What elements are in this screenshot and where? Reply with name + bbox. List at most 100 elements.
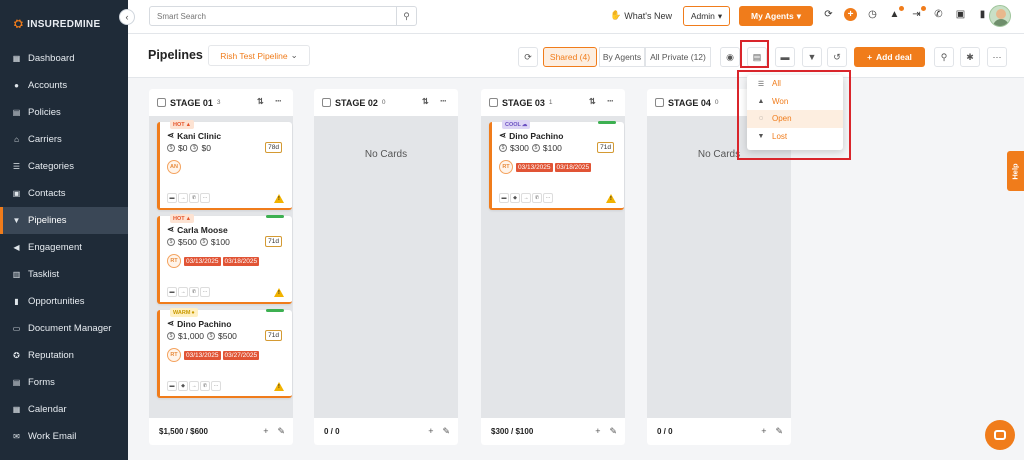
deal-card[interactable]: WARM ● ⋖ Dino Pachino $ $1,000 $ $500 71d RT … — [157, 308, 292, 398]
help-tab[interactable]: Help — [1007, 151, 1024, 191]
search-button[interactable]: ⚲ — [396, 7, 416, 25]
pipeline-select[interactable]: Rish Test Pipeline ⌄ — [208, 45, 310, 66]
add-icon[interactable]: + — [761, 426, 766, 437]
sort-icon[interactable]: ⇅ — [422, 97, 429, 106]
sidebar-item-calendar[interactable]: ▦ Calendar — [0, 396, 128, 423]
more-icon[interactable]: ⋯ — [543, 193, 553, 203]
pin-icon[interactable]: ✎ — [277, 426, 285, 437]
my-agents-button[interactable]: My Agents ▾ — [739, 6, 813, 26]
sidebar-item-policies[interactable]: ▤ Policies — [0, 99, 128, 126]
assignee-avatar[interactable]: RT — [167, 348, 181, 362]
form-icon: ▤ — [12, 378, 21, 387]
forward-icon[interactable]: → — [178, 193, 188, 203]
more-icon[interactable]: ⋯ — [200, 287, 210, 297]
column-checkbox[interactable] — [157, 98, 166, 107]
phone-icon[interactable]: ✆ — [189, 193, 199, 203]
sidebar-item-document-manager[interactable]: ▭ Document Manager — [0, 315, 128, 342]
add-icon[interactable]: + — [263, 426, 268, 437]
chat-button[interactable] — [985, 420, 1015, 450]
forward-icon[interactable]: → — [178, 287, 188, 297]
sidebar-item-tasklist[interactable]: ▥ Tasklist — [0, 261, 128, 288]
assignee-avatar[interactable]: AN — [167, 160, 181, 174]
logout-icon[interactable]: ⇥ — [910, 6, 926, 21]
message-icon[interactable]: ▬ — [499, 193, 509, 203]
card-name[interactable]: ⋖ Kani Clinic — [167, 130, 221, 141]
card-name[interactable]: ⋖ Dino Pachino — [167, 318, 231, 329]
sidebar-item-accounts[interactable]: ● Accounts — [0, 72, 128, 99]
pin-icon[interactable]: ✎ — [609, 426, 617, 437]
bell-icon[interactable]: ▲ — [888, 6, 904, 21]
tab-by-agents[interactable]: By Agents — [599, 47, 645, 67]
card-name[interactable]: ⋖ Dino Pachino — [499, 130, 563, 141]
sidebar-item-label: Reputation — [28, 350, 74, 361]
location-icon[interactable]: ◆ — [178, 381, 188, 391]
forward-icon[interactable]: → — [189, 381, 199, 391]
search-deals-button[interactable]: ⚲ — [934, 47, 954, 67]
visibility-button[interactable]: ◉ — [720, 47, 740, 67]
pin-icon[interactable]: ✎ — [775, 426, 783, 437]
phone-icon[interactable]: ✆ — [189, 287, 199, 297]
column-checkbox[interactable] — [655, 98, 664, 107]
search-input[interactable] — [150, 7, 396, 25]
message-icon[interactable]: ▬ — [167, 193, 177, 203]
more-icon[interactable]: ⋯ — [200, 193, 210, 203]
sidebar-item-dashboard[interactable]: ▦ Dashboard — [0, 45, 128, 72]
document-icon[interactable]: ▮ — [976, 8, 989, 21]
pin-icon[interactable]: ✎ — [442, 426, 450, 437]
assignee-avatar[interactable]: RT — [167, 254, 181, 268]
add-icon[interactable]: + — [844, 8, 857, 21]
sidebar-item-work-email[interactable]: ✉ Work Email — [0, 423, 128, 450]
add-deal-button[interactable]: + Add deal — [854, 47, 925, 67]
assignee-avatar[interactable]: RT — [499, 160, 513, 174]
sort-icon[interactable]: ⇅ — [589, 97, 596, 106]
add-icon[interactable]: + — [428, 426, 433, 437]
sort-icon[interactable]: ⇅ — [257, 97, 264, 106]
sidebar-item-engagement[interactable]: ◀ Engagement — [0, 234, 128, 261]
phone-icon[interactable]: ✆ — [200, 381, 210, 391]
deal-card[interactable]: COOL ☁ ⋖ Dino Pachino $ $300 $ $100 71d RT 03… — [489, 120, 624, 210]
phone-icon[interactable]: ✆ — [532, 193, 542, 203]
sidebar-item-reputation[interactable]: ✪ Reputation — [0, 342, 128, 369]
whats-new-link[interactable]: ✋ What's New — [610, 10, 672, 21]
location-icon[interactable]: ◆ — [510, 193, 520, 203]
filter-button[interactable]: ▼ — [802, 47, 822, 67]
more-button[interactable]: ⋯ — [987, 47, 1007, 67]
sidebar-item-categories[interactable]: ☰ Categories — [0, 153, 128, 180]
role-select[interactable]: Admin ▾ — [683, 6, 730, 26]
search-icon: ⚲ — [403, 10, 410, 21]
refresh-icon[interactable]: ⟳ — [822, 8, 835, 21]
layout-button[interactable]: ▬ — [775, 47, 795, 67]
more-icon[interactable]: ⋯ — [211, 381, 221, 391]
deal-card[interactable]: HOT ▲ ⋖ Carla Moose $ $500 $ $100 71d RT 03/1… — [157, 214, 292, 304]
history-button[interactable]: ↺ — [827, 47, 847, 67]
sidebar-item-carriers[interactable]: ⌂ Carriers — [0, 126, 128, 153]
column-checkbox[interactable] — [322, 98, 331, 107]
tag-label: COOL — [505, 121, 521, 128]
more-icon[interactable]: ··· — [440, 96, 447, 106]
sidebar-item-contacts[interactable]: ▣ Contacts — [0, 180, 128, 207]
brand-logo[interactable]: ⛭ INSUREDMINE — [14, 18, 100, 31]
tab-shared[interactable]: Shared (4) — [543, 47, 597, 67]
sidebar-item-pipelines[interactable]: ▼ Pipelines — [0, 207, 128, 234]
deal-card[interactable]: HOT ▲ ⋖ Kani Clinic $ $0 $ $0 78d AN ▬ → ✆ ⋯ ! — [157, 120, 292, 210]
sidebar-collapse-button[interactable]: ‹ — [119, 9, 135, 25]
tab-all-private[interactable]: All Private (12) — [645, 47, 711, 67]
sidebar-item-forms[interactable]: ▤ Forms — [0, 369, 128, 396]
column-checkbox[interactable] — [489, 98, 498, 107]
more-icon[interactable]: ··· — [607, 96, 614, 106]
add-icon[interactable]: + — [595, 426, 600, 437]
gear-icon: ✱ — [966, 51, 974, 62]
settings-button[interactable]: ✱ — [960, 47, 980, 67]
phone-icon[interactable]: ✆ — [932, 8, 945, 21]
message-icon[interactable]: ▬ — [167, 287, 177, 297]
clock-icon[interactable]: ◷ — [866, 8, 879, 21]
message-icon[interactable]: ▬ — [167, 381, 177, 391]
chip-icon[interactable]: ▣ — [954, 8, 967, 21]
card-actions: ▬ ◆ → ✆ ⋯ — [499, 193, 553, 203]
sidebar-item-opportunities[interactable]: ▮ Opportunities — [0, 288, 128, 315]
refresh-button[interactable]: ⟳ — [518, 47, 538, 67]
card-name[interactable]: ⋖ Carla Moose — [167, 224, 228, 235]
avatar[interactable] — [989, 5, 1011, 27]
forward-icon[interactable]: → — [521, 193, 531, 203]
more-icon[interactable]: ··· — [275, 96, 282, 106]
